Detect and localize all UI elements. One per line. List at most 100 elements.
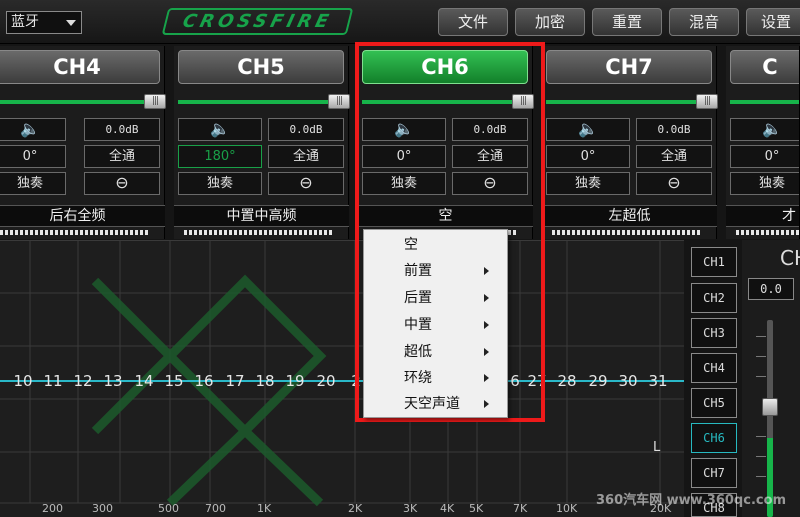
band-label[interactable]: 19 xyxy=(282,372,308,390)
menu-item-label: 环绕 xyxy=(404,370,432,386)
speaker-icon[interactable]: 🔈 xyxy=(0,118,66,141)
submenu-arrow-icon xyxy=(484,321,489,329)
freq-label: 1K xyxy=(257,502,272,515)
band-label[interactable]: 20 xyxy=(313,372,339,390)
freq-label: 2K xyxy=(348,502,363,515)
channel-strip-ch7: CH7 ||| 🔈 0.0dB 0° 全通 独奏 ⊖ 左超低 xyxy=(542,46,718,239)
fader-tick xyxy=(756,336,766,337)
side-channel-ch7[interactable]: CH7 xyxy=(691,458,737,488)
band-label[interactable]: 12 xyxy=(70,372,96,390)
connection-select[interactable]: 蓝牙 xyxy=(6,11,82,34)
speaker-icon[interactable]: 🔈 xyxy=(546,118,630,141)
channel-marker: L xyxy=(653,440,661,455)
gain-field[interactable]: 0.0dB xyxy=(84,118,160,141)
side-channel-ch1[interactable]: CH1 xyxy=(691,247,737,277)
band-label[interactable]: 16 xyxy=(191,372,217,390)
menu-item-label: 前置 xyxy=(404,263,432,279)
link-icon[interactable]: ⊖ xyxy=(268,172,344,195)
gain-field[interactable]: 0.0dB xyxy=(636,118,712,141)
menu-item-height[interactable]: 天空声道 xyxy=(364,391,507,417)
side-channel-ch3[interactable]: CH3 xyxy=(691,318,737,348)
solo-button[interactable]: 独奏 xyxy=(546,172,630,195)
fader-value-field[interactable]: 0.0 xyxy=(748,278,794,300)
menu-item-subwoofer[interactable]: 超低 xyxy=(364,339,507,365)
speaker-icon[interactable]: 🔈 xyxy=(178,118,262,141)
speaker-icon[interactable]: 🔈 xyxy=(730,118,799,141)
submenu-arrow-icon xyxy=(484,267,489,275)
filter-field[interactable]: 全通 xyxy=(268,145,344,168)
fader-title: CH xyxy=(780,246,800,270)
channel-button-ch5[interactable]: CH5 xyxy=(178,50,344,84)
volume-slider-thumb[interactable]: ||| xyxy=(696,94,718,109)
level-meter xyxy=(552,230,702,235)
phase-field[interactable]: 180° xyxy=(178,145,262,168)
link-icon[interactable]: ⊖ xyxy=(636,172,712,195)
mix-button[interactable]: 混音 xyxy=(669,8,739,36)
level-meter xyxy=(184,230,334,235)
menu-item-label: 超低 xyxy=(404,344,432,360)
channel-button-ch4[interactable]: CH4 xyxy=(0,50,160,84)
band-label[interactable]: 13 xyxy=(100,372,126,390)
side-channel-ch2[interactable]: CH2 xyxy=(691,283,737,313)
menu-item-surround[interactable]: 环绕 xyxy=(364,365,507,391)
channel-button-partial[interactable]: C xyxy=(730,50,799,84)
channel-assign-label[interactable]: 后右全频 xyxy=(0,205,165,227)
link-icon[interactable]: ⊖ xyxy=(84,172,160,195)
volume-slider-track[interactable] xyxy=(546,100,698,104)
band-label[interactable]: 29 xyxy=(585,372,611,390)
phase-field[interactable]: 0° xyxy=(546,145,630,168)
connection-value: 蓝牙 xyxy=(11,14,39,30)
menu-item-empty[interactable]: 空 xyxy=(364,232,507,258)
submenu-arrow-icon xyxy=(484,374,489,382)
band-label[interactable]: 31 xyxy=(645,372,671,390)
side-channel-ch6[interactable]: CH6 xyxy=(691,423,737,453)
level-meter xyxy=(0,230,150,235)
fader-thumb[interactable] xyxy=(762,398,778,416)
menu-item-front[interactable]: 前置 xyxy=(364,258,507,284)
band-label[interactable]: 30 xyxy=(615,372,641,390)
volume-slider-thumb[interactable]: ||| xyxy=(328,94,350,109)
solo-button[interactable]: 独奏 xyxy=(730,172,799,195)
channel-assign-label[interactable]: 才 xyxy=(726,205,799,227)
menu-item-rear[interactable]: 后置 xyxy=(364,285,507,311)
filter-field[interactable]: 全通 xyxy=(636,145,712,168)
freq-label: 4K xyxy=(440,502,455,515)
submenu-arrow-icon xyxy=(484,348,489,356)
fader-track[interactable] xyxy=(767,320,773,517)
menu-item-label: 空 xyxy=(404,237,418,253)
band-label[interactable]: 14 xyxy=(131,372,157,390)
phase-field[interactable]: 0° xyxy=(730,145,799,168)
freq-label: 300 xyxy=(92,502,113,515)
solo-button[interactable]: 独奏 xyxy=(0,172,66,195)
channel-strip-partial: C 🔈 0° 独奏 才 xyxy=(726,46,800,239)
volume-slider-track[interactable] xyxy=(178,100,330,104)
logo-watermark-icon xyxy=(91,274,327,507)
menu-item-center[interactable]: 中置 xyxy=(364,312,507,338)
channel-assign-label[interactable]: 中置中高频 xyxy=(174,205,349,227)
band-label[interactable]: 11 xyxy=(40,372,66,390)
channel-assign-label[interactable]: 左超低 xyxy=(542,205,717,227)
band-label[interactable]: 18 xyxy=(252,372,278,390)
freq-label: 7K xyxy=(513,502,528,515)
phase-field[interactable]: 0° xyxy=(0,145,66,168)
fader-tick xyxy=(756,376,766,377)
side-channel-ch4[interactable]: CH4 xyxy=(691,353,737,383)
volume-slider-track[interactable] xyxy=(0,100,146,104)
volume-slider-track[interactable] xyxy=(730,100,799,104)
reset-button[interactable]: 重置 xyxy=(592,8,662,36)
band-label[interactable]: 15 xyxy=(161,372,187,390)
band-label[interactable]: 10 xyxy=(10,372,36,390)
band-label[interactable]: 17 xyxy=(222,372,248,390)
solo-button[interactable]: 独奏 xyxy=(178,172,262,195)
channel-button-ch7[interactable]: CH7 xyxy=(546,50,712,84)
settings-button[interactable]: 设置 xyxy=(746,8,800,36)
encrypt-button[interactable]: 加密 xyxy=(515,8,585,36)
channel-strip-ch5: CH5 ||| 🔈 0.0dB 180° 全通 独奏 ⊖ 中置中高频 xyxy=(174,46,350,239)
filter-field[interactable]: 全通 xyxy=(84,145,160,168)
band-label[interactable]: 28 xyxy=(554,372,580,390)
gain-field[interactable]: 0.0dB xyxy=(268,118,344,141)
file-button[interactable]: 文件 xyxy=(438,8,508,36)
side-channel-ch5[interactable]: CH5 xyxy=(691,388,737,418)
channel-assign-menu[interactable]: 空 前置 后置 中置 超低 环绕 天空声道 xyxy=(363,229,508,418)
volume-slider-thumb[interactable]: ||| xyxy=(144,94,166,109)
